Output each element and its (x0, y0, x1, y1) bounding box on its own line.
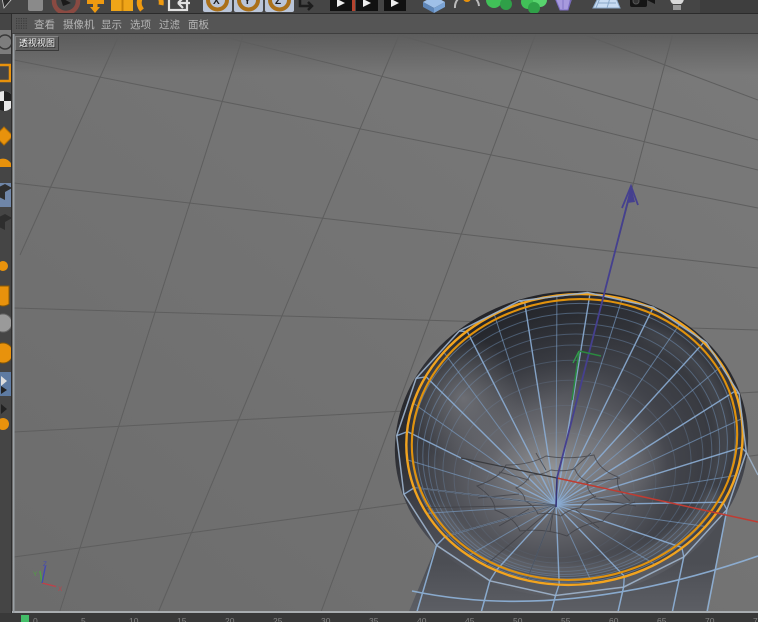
svg-text:Y: Y (33, 571, 38, 578)
svg-text:Z: Z (43, 561, 47, 568)
svg-text:X: X (213, 0, 220, 7)
svg-text:Y: Y (244, 0, 251, 7)
svg-text:Z: Z (275, 0, 281, 7)
svg-text:X: X (58, 586, 63, 593)
